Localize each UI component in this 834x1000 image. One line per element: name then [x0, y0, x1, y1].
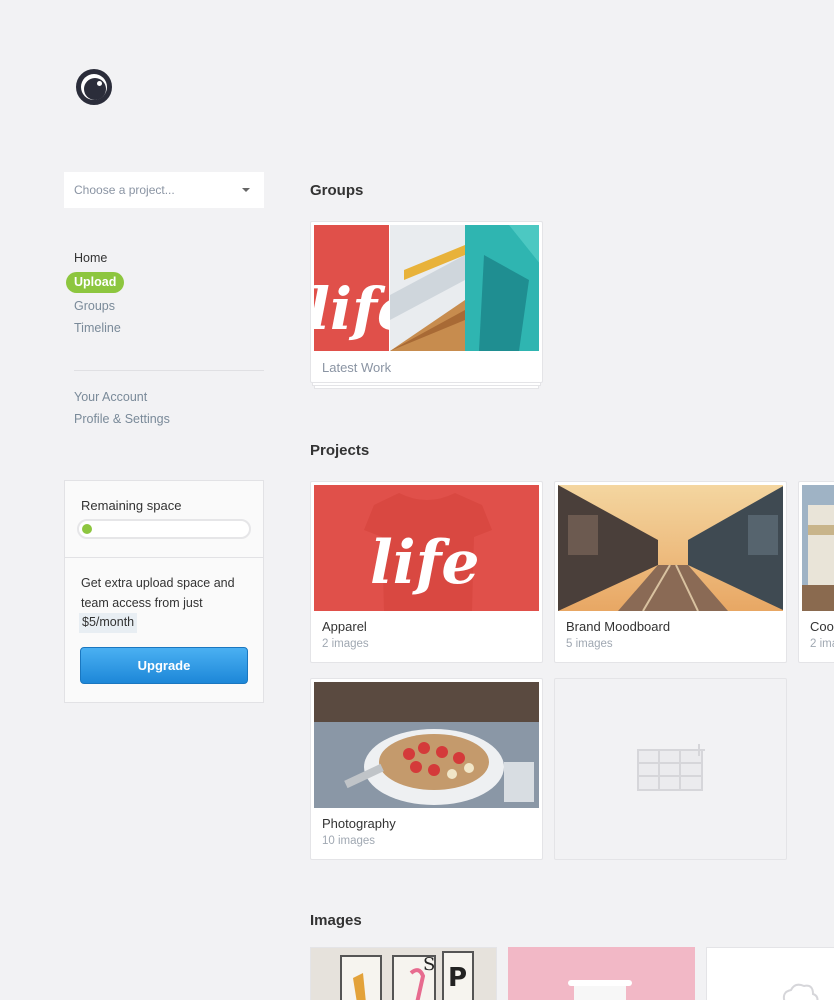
project-thumbnail	[802, 485, 834, 611]
project-card-apparel[interactable]: life Apparel 2 images	[310, 481, 543, 663]
group-stack-edge	[312, 383, 541, 386]
space-progress-fill	[82, 524, 92, 534]
nav-divider	[74, 370, 264, 371]
account-nav: Your Account Profile & Settings	[74, 386, 170, 430]
project-count: 2 images	[322, 638, 369, 650]
project-card-partial[interactable]: Coo 2 ima	[798, 481, 834, 663]
svg-text:life: life	[370, 528, 480, 598]
project-title: Brand Moodboard	[566, 619, 671, 634]
project-count: 2 ima	[810, 638, 834, 650]
upgrade-pitch-text: Get extra upload space and team access f…	[81, 576, 235, 610]
card-divider	[65, 557, 263, 558]
svg-text:S: S	[423, 954, 435, 975]
images-heading: Images	[310, 912, 362, 929]
project-select-placeholder: Choose a project...	[74, 183, 175, 197]
upgrade-button[interactable]: Upgrade	[80, 647, 248, 684]
upgrade-pitch: Get extra upload space and team access f…	[79, 574, 253, 633]
project-title: Coo	[810, 619, 834, 634]
project-title: Photography	[322, 816, 396, 831]
letter-prints-image: P S	[311, 948, 496, 1000]
project-thumbnail	[314, 682, 539, 808]
tshirt-image: life	[314, 485, 539, 611]
nav-profile-settings[interactable]: Profile & Settings	[74, 408, 170, 430]
groups-heading: Groups	[310, 182, 364, 199]
remaining-space-title: Remaining space	[81, 498, 182, 513]
nav-home[interactable]: Home	[74, 247, 124, 269]
railroad-image	[558, 485, 783, 611]
image-card[interactable]: P S	[310, 947, 497, 1000]
image-card[interactable]	[508, 947, 695, 1000]
group-card-latest-work[interactable]: life Latest Work	[310, 221, 543, 383]
group-stack-edge	[314, 386, 539, 389]
logo-dot	[97, 81, 102, 86]
project-count: 5 images	[566, 638, 613, 650]
app-logo[interactable]	[76, 69, 112, 105]
project-title: Apparel	[322, 619, 367, 634]
nav-your-account[interactable]: Your Account	[74, 386, 170, 408]
space-progress-bar	[77, 519, 251, 539]
price-badge: $5/month	[79, 613, 138, 633]
project-select[interactable]: Choose a project...	[64, 172, 264, 208]
cloud-icon	[707, 948, 834, 1000]
add-project-icon	[637, 744, 705, 791]
add-project-button[interactable]	[554, 678, 787, 860]
remaining-space-card: Remaining space Get extra upload space a…	[64, 480, 264, 703]
chevron-down-icon	[242, 188, 250, 192]
building-image	[802, 485, 834, 611]
nav-groups[interactable]: Groups	[74, 295, 124, 317]
breakfast-bowl-image	[314, 682, 539, 808]
nav-upload[interactable]: Upload	[66, 272, 125, 293]
project-thumbnail	[558, 485, 783, 611]
svg-text:P: P	[448, 963, 467, 993]
project-card-brand-moodboard[interactable]: Brand Moodboard 5 images	[554, 481, 787, 663]
group-collage-image: life	[314, 225, 539, 351]
project-thumbnail: life	[314, 485, 539, 611]
project-count: 10 images	[322, 835, 376, 847]
coffee-cup-image	[508, 947, 695, 1000]
primary-nav: Home Upload Groups Timeline	[66, 247, 125, 339]
image-card[interactable]	[706, 947, 834, 1000]
group-title: Latest Work	[322, 360, 392, 375]
project-card-photography[interactable]: Photography 10 images	[310, 678, 543, 860]
projects-heading: Projects	[310, 442, 370, 459]
group-thumbnail: life	[314, 225, 539, 351]
nav-timeline[interactable]: Timeline	[74, 317, 124, 339]
